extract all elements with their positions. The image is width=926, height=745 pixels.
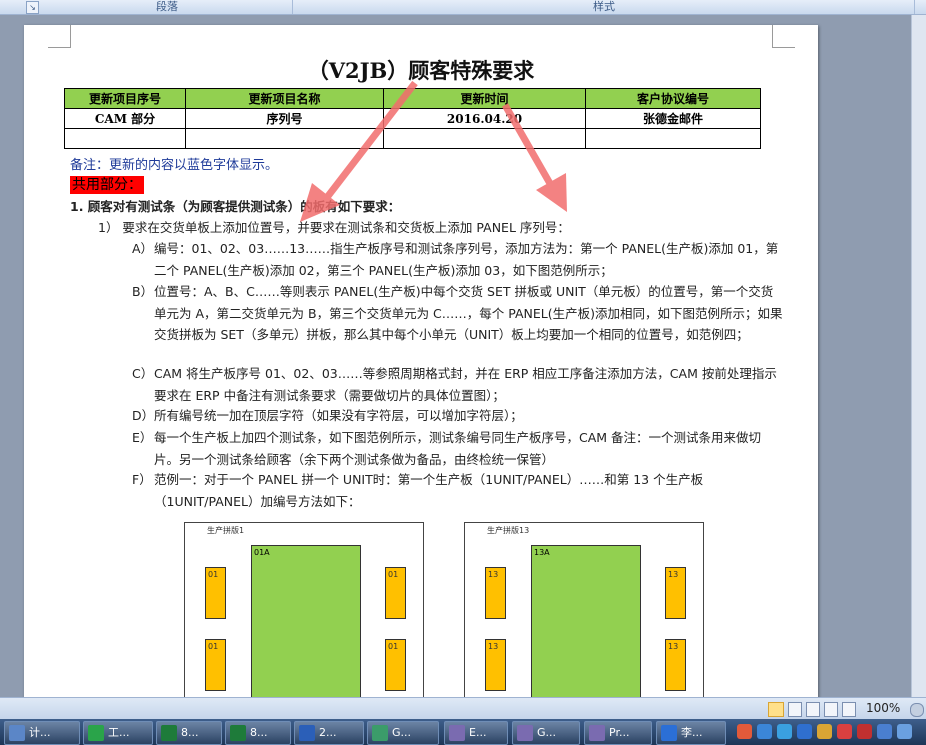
taskbar-item[interactable]: E... (444, 721, 508, 745)
taskbar-item[interactable]: G... (367, 721, 439, 745)
taskbar-item[interactable]: 8... (156, 721, 222, 745)
zoom-level[interactable]: 100% (866, 701, 900, 715)
tray-icon[interactable] (777, 724, 792, 739)
print-layout-view-icon[interactable] (768, 702, 784, 717)
taskbar-item[interactable]: G... (512, 721, 580, 745)
taskbar: 计... 工... 8... 8... 2... G... E... G... … (0, 719, 926, 745)
excel-icon (161, 725, 177, 741)
vertical-scrollbar[interactable] (911, 15, 926, 697)
app-window-icon (589, 725, 605, 741)
taskbar-item[interactable]: Pr... (584, 721, 652, 745)
tray-icon[interactable] (757, 724, 772, 739)
ribbon-group-paragraph[interactable]: 段落 (42, 0, 293, 14)
tray-icon[interactable] (797, 724, 812, 739)
outline-view-icon[interactable] (824, 702, 838, 717)
arrow-annotation (300, 80, 567, 222)
ribbon-bar: ↘ 段落 样式 (0, 0, 926, 15)
taskbar-item[interactable]: 李... (656, 721, 726, 745)
calculator-icon (9, 725, 25, 741)
app-window-icon (449, 725, 465, 741)
app-e-icon (88, 725, 104, 741)
web-layout-icon[interactable] (806, 702, 820, 717)
browser-icon (372, 725, 388, 741)
tray-icon[interactable] (877, 724, 892, 739)
status-bar: 100% (0, 697, 926, 720)
excel-icon (230, 725, 246, 741)
tray-icon[interactable] (817, 724, 832, 739)
dialog-launcher-icon[interactable]: ↘ (26, 1, 39, 14)
app-window-icon (517, 725, 533, 741)
annotation-arrows (300, 80, 567, 222)
tray-icon[interactable] (837, 724, 852, 739)
taskbar-item[interactable]: 2... (294, 721, 364, 745)
full-screen-reading-icon[interactable] (788, 702, 802, 717)
taskbar-item[interactable]: 工... (83, 721, 153, 745)
tray-icon[interactable] (857, 724, 872, 739)
draft-view-icon[interactable] (842, 702, 856, 717)
ribbon-group-styles[interactable]: 样式 (294, 0, 915, 14)
tray-icon[interactable] (737, 724, 752, 739)
taskbar-item[interactable]: 计... (4, 721, 80, 745)
document-area[interactable]: （V2JB）顾客特殊要求 更新项目序号 更新项目名称 更新时间 客户协议编号 C… (0, 15, 926, 697)
messenger-icon (661, 725, 677, 741)
word-icon (299, 725, 315, 741)
taskbar-item[interactable]: 8... (225, 721, 291, 745)
zoom-out-icon[interactable] (910, 703, 924, 717)
tray-icon[interactable] (897, 724, 912, 739)
